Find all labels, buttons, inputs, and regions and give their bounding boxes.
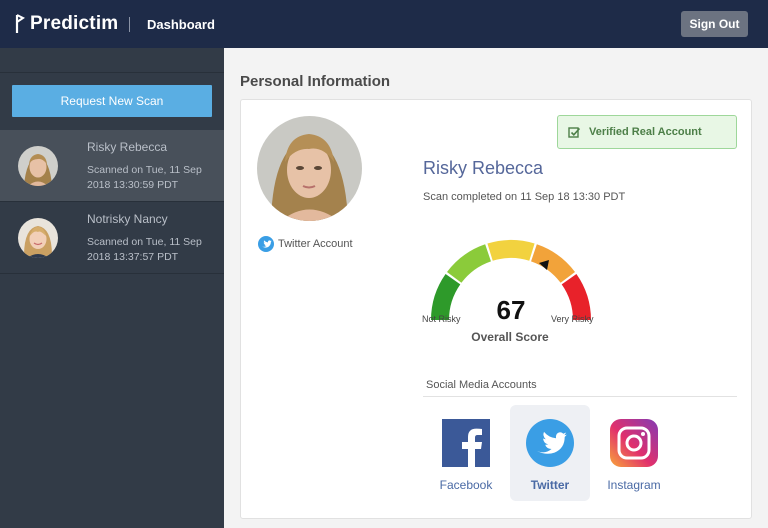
score-value: 67 [496, 295, 526, 325]
score-caption: Overall Score [471, 330, 549, 344]
gauge-max-label: Very Risky [551, 314, 594, 324]
instagram-tile[interactable]: Instagram [594, 405, 674, 501]
facebook-tile[interactable]: Facebook [426, 405, 506, 501]
verified-badge: Verified Real Account [557, 115, 737, 149]
sidebar-divider [0, 72, 224, 73]
request-new-scan-button[interactable]: Request New Scan [12, 85, 212, 117]
social-accounts-title: Social Media Accounts [426, 379, 537, 391]
header-divider [129, 17, 130, 32]
twitter-account-label: Twitter Account [278, 238, 353, 250]
person-name: Risky Rebecca [423, 158, 544, 178]
verified-label: Verified Real Account [589, 126, 702, 138]
twitter-icon [258, 236, 274, 252]
scan-timestamp: Scanned on Tue, 11 Sep 2018 13:30:59 PDT [87, 164, 202, 191]
scan-list-item[interactable]: Risky Rebecca Scanned on Tue, 11 Sep 201… [0, 130, 224, 202]
profile-photo [257, 116, 362, 221]
page-title: Dashboard [147, 17, 215, 32]
gauge-segment [446, 244, 491, 283]
avatar [18, 218, 58, 258]
instagram-label: Instagram [607, 478, 661, 492]
scan-timestamp: Scanned on Tue, 11 Sep 2018 13:37:57 PDT [87, 236, 202, 263]
twitter-tile[interactable]: Twitter [510, 405, 590, 501]
brand-logo[interactable]: Predictim [14, 12, 118, 36]
twitter-account-link[interactable]: Twitter Account [258, 236, 353, 252]
section-title: Personal Information [240, 73, 391, 90]
scan-list-item[interactable]: Notrisky Nancy Scanned on Tue, 11 Sep 20… [0, 202, 224, 274]
sidebar: Request New Scan Risky Rebecca Scanned o… [0, 48, 224, 528]
twitter-label: Twitter [530, 478, 570, 492]
top-bar: Predictim Dashboard Sign Out [0, 0, 768, 48]
avatar [18, 146, 58, 186]
brand-name: Predictim [30, 13, 119, 34]
scan-name: Notrisky Nancy [87, 212, 168, 226]
scan-completed-text: Scan completed on 11 Sep 18 13:30 PDT [423, 191, 626, 203]
facebook-icon [442, 419, 490, 467]
checkbox-check-icon [568, 126, 581, 138]
gauge-min-label: Not Risky [422, 314, 461, 324]
personal-info-card: Twitter Account Verified Real Account Ri… [240, 99, 752, 519]
predictim-logo-icon [15, 14, 25, 33]
facebook-label: Facebook [439, 478, 493, 492]
gauge-segment [487, 240, 535, 261]
twitter-icon [526, 419, 574, 467]
social-divider [423, 396, 737, 397]
sign-out-button[interactable]: Sign Out [681, 11, 748, 37]
instagram-icon [610, 419, 658, 467]
gauge-segment [531, 244, 576, 283]
scan-name: Risky Rebecca [87, 140, 168, 154]
